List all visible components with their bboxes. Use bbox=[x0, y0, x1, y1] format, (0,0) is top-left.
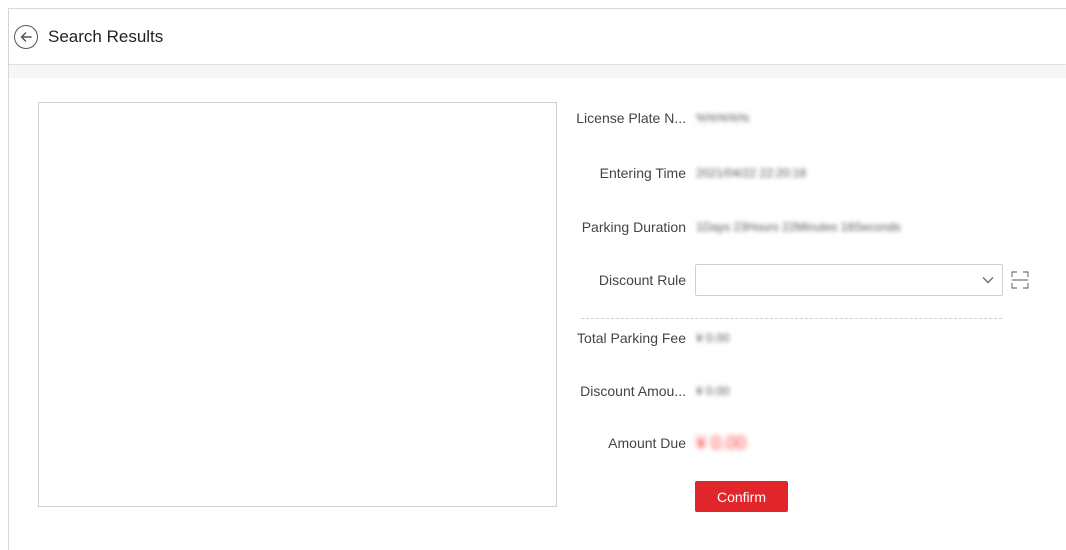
amount-due-label: Amount Due bbox=[608, 435, 686, 451]
discount-amount-label: Discount Amou... bbox=[580, 383, 686, 399]
discount-rule-label: Discount Rule bbox=[598, 272, 686, 288]
parking-duration-value: 1Days 23Hours 22Minutes 18Seconds bbox=[696, 220, 901, 234]
confirm-button[interactable]: Confirm bbox=[695, 481, 788, 512]
license-plate-value: %%%%% bbox=[696, 111, 750, 125]
header-shadow-band bbox=[9, 66, 1066, 78]
amount-due-value: ¥ 0.00 bbox=[696, 432, 747, 453]
entering-time-label: Entering Time bbox=[599, 165, 686, 181]
vehicle-image-area bbox=[38, 102, 557, 507]
parking-duration-label: Parking Duration bbox=[581, 219, 686, 235]
search-results-panel: Search Results License Plate N... %%%%% … bbox=[8, 8, 1066, 550]
total-parking-fee-row: Total Parking Fee ¥ 0.00 bbox=[569, 322, 729, 354]
discount-rule-row: Discount Rule bbox=[569, 264, 1029, 296]
amount-due-row: Amount Due ¥ 0.00 bbox=[569, 427, 746, 459]
page-title: Search Results bbox=[48, 26, 164, 46]
parking-duration-row: Parking Duration 1Days 23Hours 22Minutes… bbox=[569, 211, 901, 243]
discount-rule-select[interactable] bbox=[695, 264, 1003, 296]
license-plate-row: License Plate N... %%%%% bbox=[569, 102, 749, 134]
entering-time-row: Entering Time 2021/04/22 22:20:18 bbox=[569, 157, 806, 189]
entering-time-value: 2021/04/22 22:20:18 bbox=[696, 166, 807, 180]
chevron-down-icon bbox=[982, 277, 994, 284]
discount-amount-row: Discount Amou... ¥ 0.00 bbox=[569, 375, 729, 407]
section-divider bbox=[581, 318, 1002, 319]
page-header: Search Results bbox=[9, 9, 1066, 65]
back-button[interactable] bbox=[14, 24, 38, 49]
total-parking-fee-label: Total Parking Fee bbox=[577, 330, 686, 346]
license-plate-label: License Plate N... bbox=[576, 110, 686, 126]
total-parking-fee-value: ¥ 0.00 bbox=[696, 331, 730, 345]
back-arrow-icon bbox=[20, 31, 32, 42]
scan-icon[interactable] bbox=[1011, 271, 1029, 289]
discount-amount-value: ¥ 0.00 bbox=[696, 384, 730, 398]
